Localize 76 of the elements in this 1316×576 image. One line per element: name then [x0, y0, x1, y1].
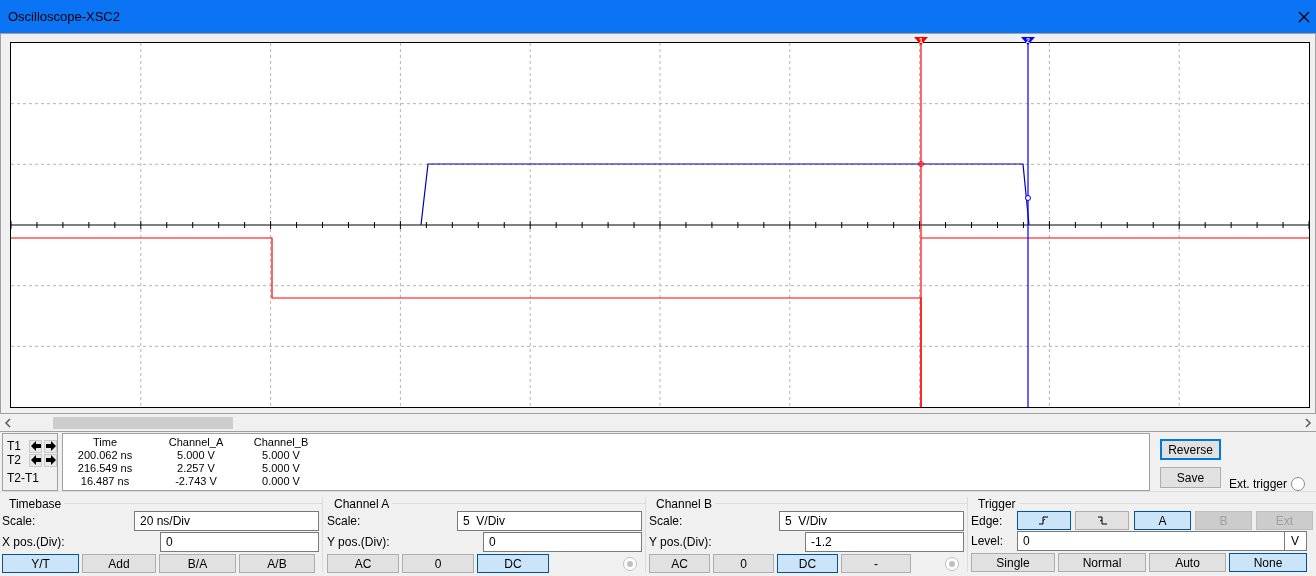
cursor-label: T1: [7, 439, 22, 453]
field-label: Scale:: [649, 514, 684, 528]
edge-button[interactable]: [1017, 511, 1071, 530]
reverse-button[interactable]: Reverse: [1160, 439, 1221, 460]
mode-button[interactable]: Normal: [1058, 553, 1146, 572]
position-field[interactable]: 0: [483, 532, 642, 552]
mode-button[interactable]: AC: [649, 554, 710, 573]
column-header: Channel_A: [167, 436, 225, 449]
mode-button[interactable]: DC: [777, 554, 838, 573]
field-label: Scale:: [327, 514, 362, 528]
table-cell-text: 5.000 V: [261, 462, 301, 475]
level-field[interactable]: 0: [1017, 531, 1285, 551]
section-title: Timebase: [9, 496, 62, 511]
column-header: Channel_B: [252, 436, 310, 449]
close-icon[interactable]: [1298, 10, 1310, 23]
field-label: Edge:: [971, 513, 1004, 528]
table-cell-text: 0.000 V: [261, 475, 301, 488]
cursor-label: T2-T1: [7, 471, 39, 485]
column-header: Time: [91, 436, 118, 449]
right-arrow-icon: [45, 455, 56, 465]
scale-field[interactable]: 5 V/Div: [457, 511, 642, 531]
table-cell-text: 216.549 ns: [76, 462, 134, 475]
rising-edge-icon: [1039, 516, 1049, 525]
section-title: Channel A: [334, 496, 390, 511]
mode-button[interactable]: 0: [402, 554, 474, 573]
scrollbar-thumb[interactable]: [53, 416, 233, 429]
cursor-left-button[interactable]: [29, 439, 42, 453]
cursor-left-button[interactable]: [29, 453, 42, 467]
table-cell-text: 5.000 V: [176, 449, 216, 462]
table-cell-text: 2.257 V: [176, 462, 216, 475]
cursor-point-icon: [918, 161, 924, 167]
scroll-left-icon[interactable]: [4, 417, 12, 428]
scroll-right-icon[interactable]: [1304, 417, 1312, 428]
mode-button[interactable]: -: [841, 554, 911, 573]
field-label: Scale:: [2, 514, 37, 528]
left-arrow-icon: [30, 455, 41, 465]
mode-button[interactable]: AC: [327, 554, 399, 573]
mode-button[interactable]: 0: [713, 554, 774, 573]
mode-button[interactable]: A/B: [239, 554, 315, 573]
mode-button[interactable]: Single: [971, 553, 1055, 572]
field-label: Y pos.(Div):: [649, 535, 713, 549]
window-title: Oscilloscope-XSC2: [8, 9, 120, 24]
position-field[interactable]: -1.2: [805, 532, 964, 552]
mode-button[interactable]: Add: [82, 554, 156, 573]
mode-button[interactable]: None: [1229, 553, 1307, 572]
table-cell-text: 200.062 ns: [76, 449, 134, 462]
cursor-point-icon: [1025, 195, 1031, 201]
cursor-right-button[interactable]: [44, 453, 57, 467]
table-cell-text: 16.487 ns: [79, 475, 131, 488]
falling-edge-icon: [1097, 516, 1107, 525]
mode-button[interactable]: Y/T: [2, 554, 79, 573]
channel-radio[interactable]: [945, 556, 959, 571]
mode-button[interactable]: DC: [477, 554, 549, 573]
unit-label: V: [1285, 531, 1307, 551]
source-button[interactable]: A: [1134, 511, 1191, 530]
field-label: X pos.(Div):: [2, 535, 66, 549]
field-label: Y pos.(Div):: [327, 535, 391, 549]
edge-button[interactable]: [1075, 511, 1129, 530]
section-title: Trigger: [978, 496, 1016, 511]
mode-button[interactable]: B/A: [159, 554, 236, 573]
ext-trigger-radio[interactable]: [1291, 477, 1306, 491]
cursor-right-button[interactable]: [44, 439, 57, 453]
ext-trigger-label: Ext. trigger: [1229, 477, 1288, 491]
cursor-label: T2: [7, 453, 22, 467]
channel-radio[interactable]: [623, 556, 637, 571]
table-cell-text: -2.743 V: [174, 475, 218, 488]
field-label: Level:: [971, 534, 1005, 548]
right-arrow-icon: [45, 441, 56, 451]
scale-field[interactable]: 20 ns/Div: [134, 511, 319, 531]
section-title: Channel B: [656, 496, 713, 511]
scale-field[interactable]: 5 V/Div: [779, 511, 964, 531]
table-cell-text: 5.000 V: [261, 449, 301, 462]
left-arrow-icon: [30, 441, 41, 451]
mode-button[interactable]: Auto: [1149, 553, 1226, 572]
position-field[interactable]: 0: [160, 532, 319, 552]
save-button[interactable]: Save: [1160, 467, 1221, 488]
